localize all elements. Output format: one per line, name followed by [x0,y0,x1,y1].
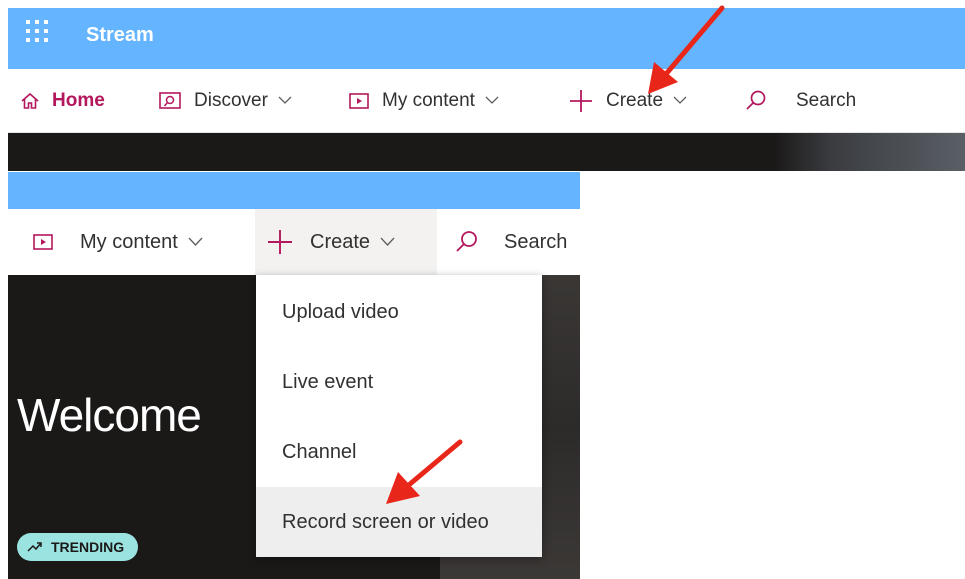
menu-item-record-screen[interactable]: Record screen or video [256,487,542,557]
chevron-down-icon [673,96,687,105]
menu-item-channel[interactable]: Channel [256,417,542,487]
nav-my-content[interactable]: My content [32,209,203,275]
hero-welcome-title: Welcome [17,389,202,441]
video-icon [32,233,54,251]
nav-my-content[interactable]: My content [348,69,499,132]
home-icon [20,91,40,111]
discover-icon [158,90,182,112]
app-header: Stream [8,8,965,69]
nav-create[interactable]: Create [568,69,687,132]
app-launcher-icon[interactable] [26,20,50,44]
search-icon [744,89,768,113]
nav-search[interactable]: Search [744,69,856,132]
nav-home[interactable]: Home [20,69,105,132]
chevron-down-icon [188,237,203,247]
menu-item-live-event[interactable]: Live event [256,347,542,417]
search-icon [454,229,480,255]
trending-label: TRENDING [51,539,125,555]
trend-up-icon [27,541,43,553]
nav-create-label: Create [606,89,664,111]
nav-discover-label: Discover [194,89,268,111]
menu-item-upload-video[interactable]: Upload video [256,277,542,347]
chevron-down-icon [485,96,499,105]
chevron-down-icon [380,237,395,247]
nav-search[interactable]: Search [454,209,580,275]
trending-badge[interactable]: TRENDING [17,533,139,561]
plus-icon [568,88,594,114]
create-dropdown-menu: Upload video Live event Channel Record s… [256,275,542,557]
nav-search-label: Search [796,89,857,111]
nav-home-label: Home [52,89,105,111]
hero-banner-strip [8,133,965,171]
nav-create[interactable]: Create [266,209,395,275]
nav-my-content-label: My content [382,89,475,111]
nav-create-label: Create [310,230,371,253]
chevron-down-icon [278,96,292,105]
top-navigation-bar: Home Discover My content Create Search [8,69,965,133]
nav-my-content-label: My content [80,230,178,253]
nav-discover[interactable]: Discover [158,69,292,132]
nav-search-label: Search [504,230,568,253]
app-title[interactable]: Stream [86,24,154,47]
app-header-zoomed [8,172,580,209]
plus-icon [266,228,294,256]
video-icon [348,92,370,110]
